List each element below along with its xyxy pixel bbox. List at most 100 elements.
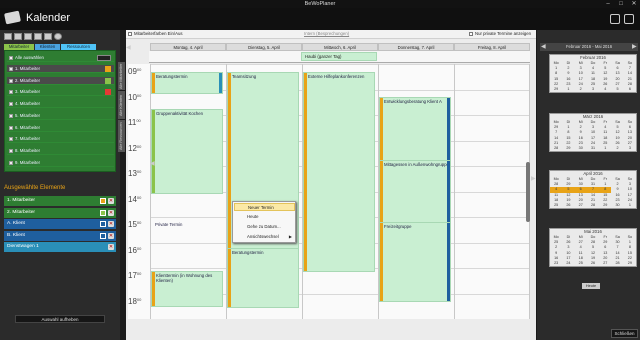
employee-row[interactable]: 4. Mitarbeiter <box>7 100 114 109</box>
employee-row[interactable]: 6. Mitarbeiter <box>7 124 114 132</box>
day-cell[interactable]: 26 <box>587 261 599 266</box>
day-header[interactable]: Montag, 4. April <box>150 43 226 51</box>
day-cell[interactable]: 5 <box>611 87 623 92</box>
selected-item[interactable]: 1. Mitarbeiter ✕ <box>4 196 116 206</box>
scroll-right-icon[interactable]: ▶ <box>531 175 536 182</box>
selected-item[interactable]: 2. Mitarbeiter ✕ <box>4 207 116 218</box>
day-cell[interactable]: 29 <box>562 146 574 151</box>
scroll-left-icon[interactable]: ◀ <box>150 160 155 167</box>
day-cell[interactable]: 3 <box>587 87 599 92</box>
private-checkbox[interactable] <box>469 32 473 36</box>
color-toggle-checkbox[interactable] <box>128 32 132 36</box>
checkbox[interactable] <box>9 90 13 95</box>
minimize-icon[interactable]: – <box>602 0 614 8</box>
appointment[interactable]: Externe Hilfeplankonferenzen <box>303 72 375 272</box>
day-cell[interactable]: 25 <box>575 261 587 266</box>
day-cell[interactable]: 6 <box>624 87 636 92</box>
prev-week-icon[interactable]: ◀ <box>126 44 131 51</box>
checkbox[interactable]: ✓ <box>9 78 13 83</box>
day-cell[interactable]: 1 <box>599 146 611 151</box>
vtab-all-employees[interactable]: Alle Mitarbeiter <box>118 62 125 90</box>
appointment[interactable]: Private Termin <box>151 221 217 236</box>
vtab-all-clients[interactable]: Alle Klienten <box>118 91 125 119</box>
day-cell[interactable]: 27 <box>575 203 587 208</box>
today-button[interactable]: Heute <box>582 283 600 289</box>
employee-row[interactable]: 7. Mitarbeiter <box>7 135 114 144</box>
selected-item[interactable]: Dienstwagen 1 ✕ <box>4 242 116 252</box>
selected-item[interactable]: B. Klient ✕ <box>4 230 116 241</box>
day-cell[interactable]: 4 <box>599 87 611 92</box>
day-cell[interactable]: 1 <box>624 203 636 208</box>
day-cell[interactable]: 28 <box>587 203 599 208</box>
toolbar-cal-icon-4[interactable] <box>34 33 42 40</box>
prev-month-icon[interactable]: ◀ <box>541 43 546 50</box>
day-header[interactable]: Mittwoch, 6. April <box>302 43 378 51</box>
toolbar-cal-icon-5[interactable] <box>44 33 52 40</box>
day-cell[interactable]: 2 <box>611 146 623 151</box>
checkbox[interactable]: ✓ <box>9 67 13 72</box>
day-header[interactable]: Dienstag, 5. April <box>226 43 302 51</box>
day-cell[interactable]: 23 <box>550 261 562 266</box>
toolbar-cal-icon-2[interactable] <box>14 33 22 40</box>
day-cell[interactable]: 29 <box>550 87 562 92</box>
remove-icon[interactable]: ✕ <box>108 209 114 216</box>
day-cell[interactable]: 27 <box>599 261 611 266</box>
appointment[interactable]: Gruppenaktivität Kochen <box>151 109 223 194</box>
day-cell[interactable]: 31 <box>587 146 599 151</box>
day-cell[interactable]: 28 <box>611 261 623 266</box>
checkbox[interactable] <box>9 56 13 60</box>
day-cell[interactable]: 30 <box>575 146 587 151</box>
day-cell[interactable]: 30 <box>611 203 623 208</box>
checkbox[interactable] <box>9 160 13 165</box>
menu-item-goto-date[interactable]: Gehe zu Datum... <box>234 223 295 231</box>
remove-icon[interactable]: ✕ <box>108 244 114 250</box>
clear-selection-button[interactable]: Auswahl aufheben <box>15 315 105 323</box>
vtab-all-resources[interactable]: Alle Ressourcen <box>118 120 125 152</box>
employee-row[interactable]: ✓ 2. Mitarbeiter <box>7 76 114 85</box>
print-icon[interactable] <box>624 14 634 24</box>
checkbox[interactable] <box>9 148 13 153</box>
remove-icon[interactable]: ✕ <box>108 232 114 239</box>
maximize-icon[interactable]: □ <box>615 0 627 8</box>
appointment[interactable]: Klienttermin (in Wohnung des Klienten) <box>151 271 223 307</box>
checkbox[interactable] <box>9 102 13 107</box>
toolbar-cal-icon-1[interactable] <box>4 33 12 40</box>
selected-item[interactable]: A. Klient ✕ <box>4 219 116 229</box>
day-cell[interactable]: 26 <box>562 203 574 208</box>
day-cell[interactable]: 28 <box>550 146 562 151</box>
remove-icon[interactable]: ✕ <box>108 198 114 204</box>
close-button[interactable]: Schließen <box>611 329 638 338</box>
day-cell[interactable]: 29 <box>624 261 636 266</box>
appointment[interactable]: Freizeitgruppe <box>379 222 451 302</box>
intern-link[interactable]: Intern (Besprechungen) <box>304 31 349 36</box>
checkbox[interactable] <box>9 113 13 118</box>
toolbar-cal-icon-3[interactable] <box>24 33 32 40</box>
employee-row[interactable]: ✓ 1. Mitarbeiter <box>7 65 114 73</box>
day-cell[interactable]: 3 <box>624 146 636 151</box>
day-cell[interactable]: 29 <box>599 203 611 208</box>
day-cell[interactable]: 25 <box>550 203 562 208</box>
remove-icon[interactable]: ✕ <box>108 221 114 227</box>
employee-row[interactable]: 9. Mitarbeiter <box>7 159 114 167</box>
menu-item-new-appointment[interactable]: Neuer Termin <box>234 203 295 211</box>
employee-row[interactable]: 8. Mitarbeiter <box>7 147 114 155</box>
day-cell[interactable]: 1 <box>562 87 574 92</box>
appointment[interactable]: Beratungstermin <box>227 248 299 308</box>
allday-event[interactable]: Haubi (ganzer Tag) <box>301 52 377 61</box>
day-cell[interactable]: 24 <box>562 261 574 266</box>
menu-item-view-switch[interactable]: Ansichtswechsel <box>234 233 295 241</box>
select-all-row[interactable]: Alle auswählen <box>7 54 114 62</box>
help-icon[interactable] <box>610 14 620 24</box>
day-header[interactable]: Freitag, 8. April <box>454 43 530 51</box>
dropdown-icon[interactable] <box>97 55 111 61</box>
checkbox[interactable] <box>9 125 13 130</box>
day-header[interactable]: Donnerstag, 7. April <box>378 43 454 51</box>
appointment[interactable]: Beratungstermin <box>151 72 223 94</box>
day-cell[interactable]: 2 <box>575 87 587 92</box>
close-window-icon[interactable]: ✕ <box>628 0 640 8</box>
grid-scrollbar[interactable] <box>526 162 530 222</box>
checkbox[interactable] <box>9 137 13 142</box>
employee-row[interactable]: 3. Mitarbeiter <box>7 88 114 97</box>
refresh-icon[interactable] <box>54 33 62 40</box>
employee-row[interactable]: 5. Mitarbeiter <box>7 112 114 120</box>
